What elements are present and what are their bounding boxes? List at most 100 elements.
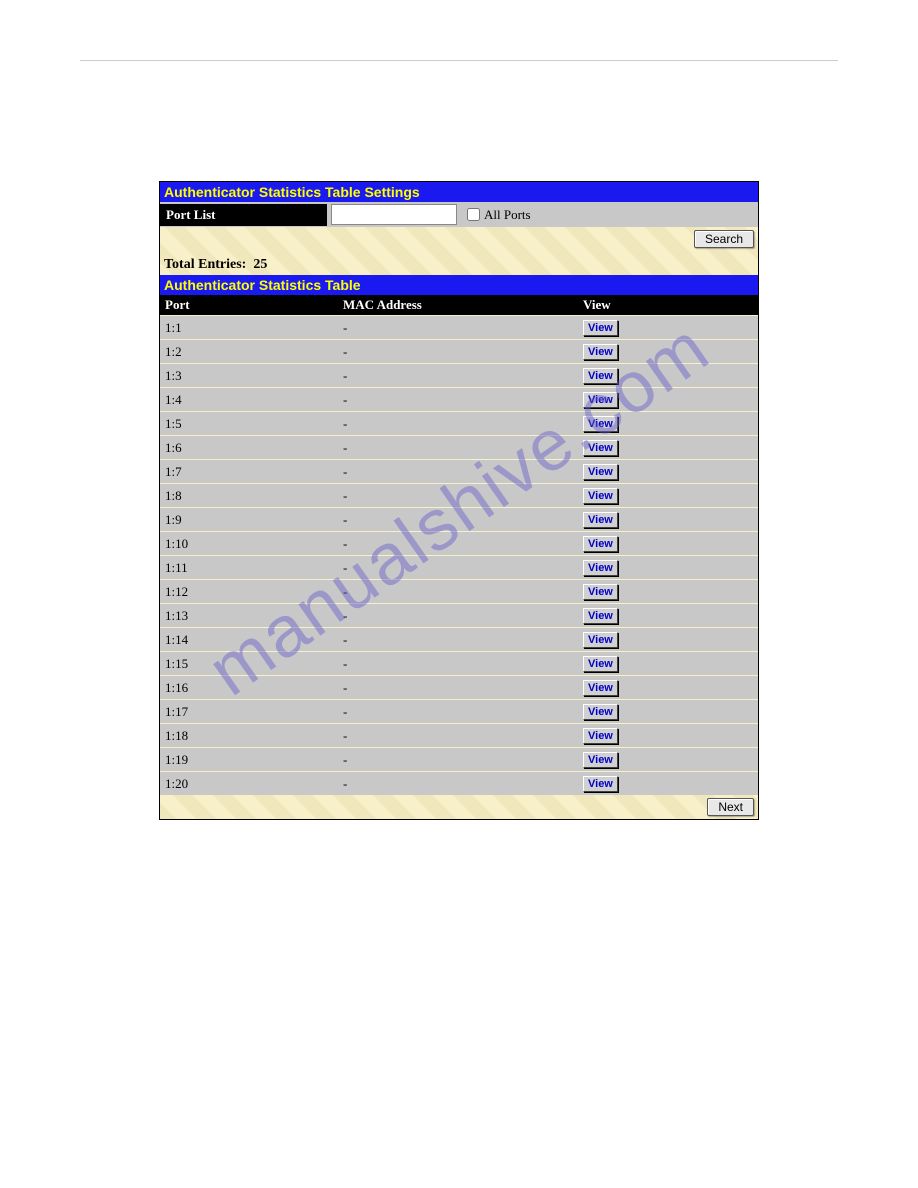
cell-view: View (578, 340, 758, 364)
view-button[interactable]: View (583, 608, 618, 624)
cell-view: View (578, 484, 758, 508)
cell-view: View (578, 772, 758, 796)
table-row: 1:4-View (160, 388, 758, 412)
table-row: 1:2-View (160, 340, 758, 364)
view-button[interactable]: View (583, 632, 618, 648)
view-button[interactable]: View (583, 320, 618, 336)
cell-view: View (578, 676, 758, 700)
cell-mac: - (338, 460, 578, 484)
cell-view: View (578, 748, 758, 772)
cell-port: 1:6 (160, 436, 338, 460)
cell-mac: - (338, 676, 578, 700)
cell-port: 1:20 (160, 772, 338, 796)
cell-mac: - (338, 412, 578, 436)
cell-mac: - (338, 388, 578, 412)
cell-port: 1:8 (160, 484, 338, 508)
cell-port: 1:14 (160, 628, 338, 652)
cell-view: View (578, 580, 758, 604)
cell-mac: - (338, 484, 578, 508)
cell-mac: - (338, 316, 578, 340)
all-ports-label: All Ports (484, 207, 531, 223)
view-button[interactable]: View (583, 512, 618, 528)
view-button[interactable]: View (583, 656, 618, 672)
cell-port: 1:4 (160, 388, 338, 412)
port-list-input-cell (327, 202, 461, 227)
view-button[interactable]: View (583, 392, 618, 408)
table-row: 1:6-View (160, 436, 758, 460)
cell-mac: - (338, 628, 578, 652)
total-entries-label: Total Entries: (164, 257, 246, 272)
view-button[interactable]: View (583, 536, 618, 552)
table-title-bar: Authenticator Statistics Table (160, 275, 758, 295)
cell-mac: - (338, 436, 578, 460)
view-button[interactable]: View (583, 584, 618, 600)
settings-title-bar: Authenticator Statistics Table Settings (160, 182, 758, 202)
table-row: 1:17-View (160, 700, 758, 724)
cell-port: 1:12 (160, 580, 338, 604)
cell-port: 1:2 (160, 340, 338, 364)
view-button[interactable]: View (583, 680, 618, 696)
view-button[interactable]: View (583, 344, 618, 360)
total-entries-value: 25 (253, 257, 267, 272)
col-view-header: View (578, 295, 758, 316)
cell-mac: - (338, 556, 578, 580)
cell-port: 1:7 (160, 460, 338, 484)
cell-mac: - (338, 604, 578, 628)
table-row: 1:7-View (160, 460, 758, 484)
cell-view: View (578, 388, 758, 412)
cell-port: 1:3 (160, 364, 338, 388)
cell-port: 1:10 (160, 532, 338, 556)
cell-view: View (578, 628, 758, 652)
cell-view: View (578, 436, 758, 460)
table-row: 1:10-View (160, 532, 758, 556)
next-button[interactable]: Next (707, 798, 754, 816)
view-button[interactable]: View (583, 368, 618, 384)
statistics-panel: manualshive.com Authenticator Statistics… (159, 181, 759, 820)
cell-view: View (578, 556, 758, 580)
cell-mac: - (338, 700, 578, 724)
table-row: 1:3-View (160, 364, 758, 388)
cell-view: View (578, 700, 758, 724)
cell-mac: - (338, 724, 578, 748)
cell-mac: - (338, 580, 578, 604)
cell-view: View (578, 724, 758, 748)
table-row: 1:16-View (160, 676, 758, 700)
search-button[interactable]: Search (694, 230, 754, 248)
view-button[interactable]: View (583, 560, 618, 576)
table-row: 1:13-View (160, 604, 758, 628)
col-port-header: Port (160, 295, 338, 316)
total-entries-row: Total Entries: 25 (160, 251, 758, 275)
table-row: 1:14-View (160, 628, 758, 652)
cell-mac: - (338, 652, 578, 676)
view-button[interactable]: View (583, 728, 618, 744)
cell-port: 1:18 (160, 724, 338, 748)
view-button[interactable]: View (583, 488, 618, 504)
view-button[interactable]: View (583, 440, 618, 456)
cell-view: View (578, 412, 758, 436)
table-row: 1:11-View (160, 556, 758, 580)
all-ports-checkbox[interactable] (467, 208, 480, 221)
cell-view: View (578, 460, 758, 484)
cell-mac: - (338, 772, 578, 796)
view-button[interactable]: View (583, 416, 618, 432)
port-list-label: Port List (160, 204, 327, 226)
view-button[interactable]: View (583, 752, 618, 768)
cell-view: View (578, 508, 758, 532)
cell-mac: - (338, 364, 578, 388)
table-row: 1:9-View (160, 508, 758, 532)
cell-port: 1:9 (160, 508, 338, 532)
cell-view: View (578, 604, 758, 628)
table-row: 1:12-View (160, 580, 758, 604)
port-list-input[interactable] (331, 204, 457, 225)
cell-port: 1:1 (160, 316, 338, 340)
table-row: 1:20-View (160, 772, 758, 796)
page-separator (80, 60, 838, 61)
view-button[interactable]: View (583, 704, 618, 720)
table-row: 1:8-View (160, 484, 758, 508)
view-button[interactable]: View (583, 776, 618, 792)
table-row: 1:19-View (160, 748, 758, 772)
cell-view: View (578, 364, 758, 388)
view-button[interactable]: View (583, 464, 618, 480)
cell-port: 1:17 (160, 700, 338, 724)
cell-port: 1:15 (160, 652, 338, 676)
